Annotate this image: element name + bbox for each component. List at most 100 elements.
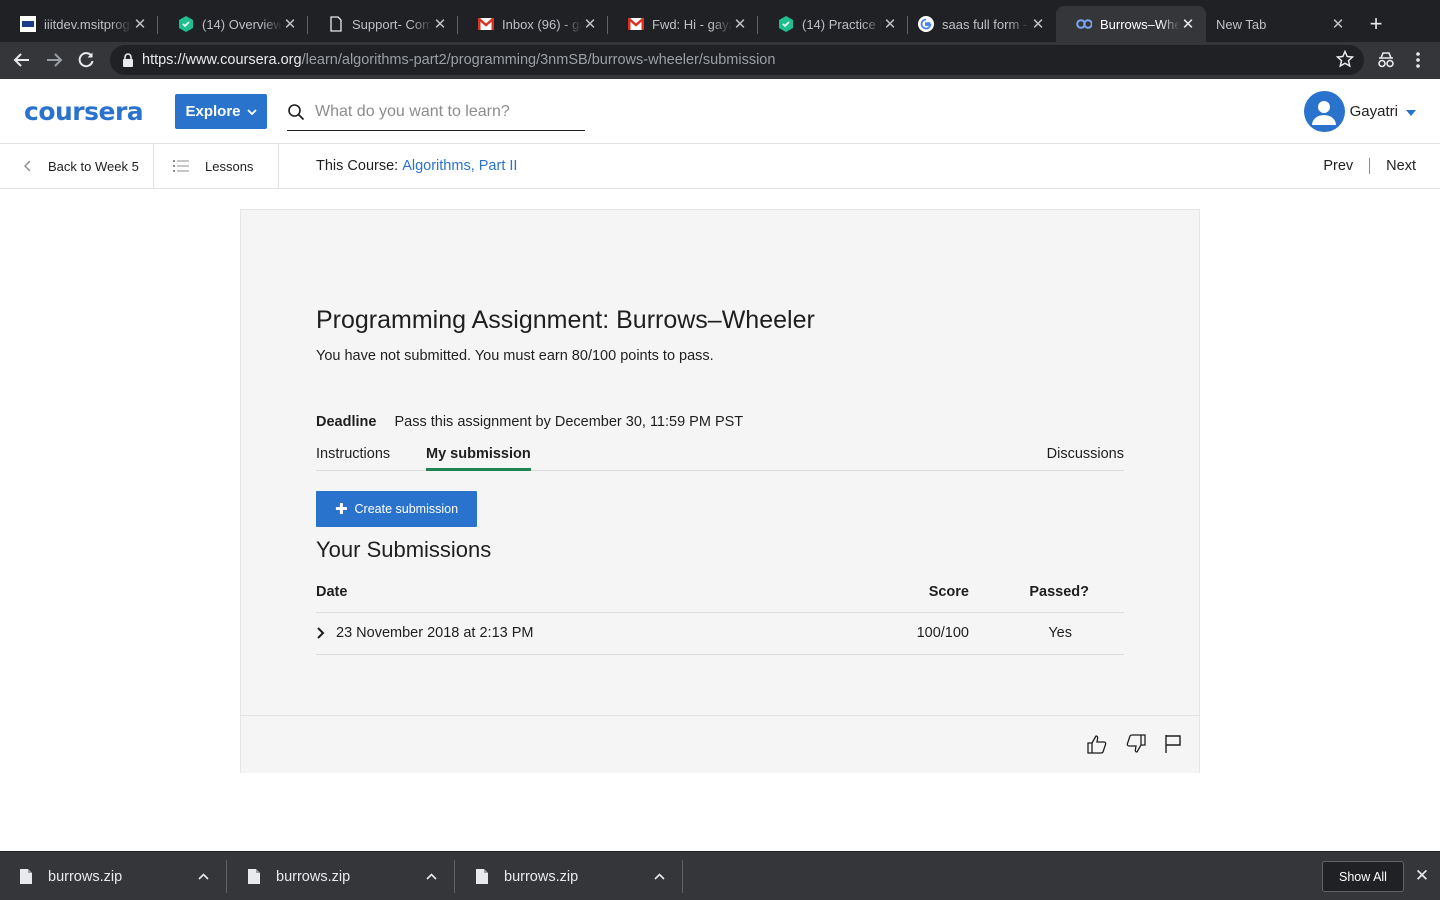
back-arrow-icon[interactable] (10, 48, 34, 72)
back-to-week-link[interactable]: Back to Week 5 (24, 144, 139, 188)
chevron-down-icon (246, 103, 257, 120)
thumbs-up-icon[interactable] (1085, 732, 1109, 756)
caret-down-icon (1406, 103, 1416, 121)
prev-next-nav: Prev Next (1323, 144, 1416, 188)
close-icon[interactable]: ✕ (282, 15, 298, 33)
coursera-logo[interactable]: coursera (24, 97, 144, 126)
plus-icon: ✚ (334, 501, 348, 518)
course-nav: Back to Week 5 Lessons This Course: Algo… (0, 144, 1440, 189)
chevron-up-icon[interactable] (198, 873, 209, 880)
user-menu[interactable]: Gayatri (1303, 91, 1416, 132)
download-shelf: burrows.zip burrows.zip burrows.zip Show… (0, 851, 1440, 900)
file-icon (476, 869, 488, 884)
browser-tab[interactable]: Support- Complaints ✕ (308, 6, 458, 42)
search-input[interactable] (315, 103, 575, 121)
assignment-card: Programming Assignment: Burrows–Wheeler … (240, 209, 1200, 773)
column-header-date: Date (316, 584, 348, 600)
course-prefix: This Course: (316, 158, 399, 174)
column-header-passed: Passed? (1029, 584, 1089, 600)
column-header-score: Score (928, 584, 969, 600)
close-icon[interactable]: ✕ (732, 15, 748, 33)
chevron-left-icon (24, 160, 32, 172)
incognito-extension-icon[interactable] (1374, 48, 1398, 72)
submission-passed: Yes (1048, 625, 1072, 641)
new-tab-button[interactable]: + (1364, 12, 1388, 36)
tab-title: Fwd: Hi - gayatri (652, 16, 732, 32)
course-breadcrumb: This Course: Algorithms, Part II (316, 144, 517, 188)
close-icon[interactable]: ✕ (582, 15, 598, 33)
search-box (287, 94, 585, 131)
download-item[interactable]: burrows.zip (228, 852, 455, 900)
flag-icon[interactable] (1161, 732, 1185, 756)
tab-title: (14) Overview | Practice (202, 16, 282, 32)
submission-status: You have not submitted. You must earn 80… (316, 348, 714, 364)
next-link[interactable]: Next (1386, 158, 1416, 174)
close-icon[interactable]: ✕ (1330, 15, 1346, 33)
download-filename: burrows.zip (276, 868, 351, 885)
download-filename: burrows.zip (504, 868, 579, 885)
create-submission-button[interactable]: ✚ Create submission (316, 491, 477, 527)
avatar[interactable] (1303, 91, 1345, 132)
download-item[interactable]: burrows.zip (456, 852, 683, 900)
browser-tab[interactable]: iiitdev.msitprogram ✕ (0, 6, 158, 42)
close-icon[interactable]: ✕ (1030, 15, 1046, 33)
browser-menu-icon[interactable] (1406, 48, 1430, 72)
tab-title: saas full form - Google (942, 16, 1030, 32)
forward-arrow-icon[interactable] (42, 48, 66, 72)
close-icon[interactable]: ✕ (1412, 866, 1432, 886)
close-icon[interactable]: ✕ (432, 15, 448, 33)
tab-instructions[interactable]: Instructions (316, 446, 390, 468)
browser-tab[interactable]: Fwd: Hi - gayatri ✕ (608, 6, 758, 42)
tab-my-submission[interactable]: My submission (426, 446, 531, 471)
site-header: coursera Explore Gayatri (0, 79, 1440, 144)
submissions-heading: Your Submissions (316, 537, 492, 562)
tab-title: Burrows–Wheeler (1100, 16, 1180, 32)
chevron-right-icon[interactable] (316, 627, 325, 643)
browser-tab-active[interactable]: Burrows–Wheeler ✕ (1056, 6, 1206, 42)
browser-tab[interactable]: (14) Practice Dashboard ✕ (758, 6, 908, 42)
deadline: Deadline Pass this assignment by Decembe… (316, 414, 743, 430)
submission-date: 23 November 2018 at 2:13 PM (336, 625, 534, 641)
chevron-up-icon[interactable] (654, 873, 665, 880)
create-submission-label: Create submission (354, 502, 459, 516)
browser-tab[interactable]: (14) Overview | Practice ✕ (158, 6, 308, 42)
show-all-button[interactable]: Show All (1322, 861, 1404, 892)
close-icon[interactable]: ✕ (1180, 15, 1196, 33)
assignment-tabs: Instructions My submission Discussions (316, 442, 1124, 471)
tab-title: New Tab (1216, 16, 1267, 32)
google-icon (918, 16, 934, 32)
tab-title: Support- Complaints (352, 16, 432, 32)
explore-button[interactable]: Explore (175, 94, 267, 129)
bookmark-star-icon[interactable] (1335, 49, 1355, 73)
deadline-label: Deadline (316, 414, 377, 430)
thumbs-down-icon[interactable] (1124, 732, 1148, 756)
tab-title: Inbox (96) - gayatri (502, 16, 582, 32)
chevron-up-icon[interactable] (426, 873, 437, 880)
lessons-button[interactable]: Lessons (173, 144, 253, 188)
close-icon[interactable]: ✕ (132, 15, 148, 33)
coursera-icon (1076, 16, 1092, 32)
prev-link[interactable]: Prev (1323, 158, 1353, 174)
browser-tab-strip: iiitdev.msitprogram ✕ (14) Overview | Pr… (0, 0, 1440, 42)
browser-tab[interactable]: Inbox (96) - gayatri ✕ (458, 6, 608, 42)
tab-discussions[interactable]: Discussions (1047, 446, 1124, 468)
browser-tab[interactable]: saas full form - Google ✕ (898, 6, 1056, 42)
reload-icon[interactable] (74, 48, 98, 72)
url-path: /learn/algorithms-part2/programming/3nmS… (301, 52, 776, 68)
file-icon (248, 869, 260, 884)
tab-title: (14) Practice Dashboard (802, 16, 882, 32)
lock-icon (122, 53, 136, 67)
browser-tab[interactable]: New Tab ✕ (1206, 6, 1356, 42)
document-icon (328, 16, 344, 32)
practice-icon (778, 16, 794, 32)
page-title: Programming Assignment: Burrows–Wheeler (316, 306, 815, 334)
table-row[interactable]: 23 November 2018 at 2:13 PM 100/100 Yes (316, 613, 1124, 655)
course-link[interactable]: Algorithms, Part II (402, 158, 517, 174)
url-field[interactable]: https://www.coursera.org/learn/algorithm… (110, 45, 1364, 75)
explore-label: Explore (185, 103, 241, 120)
close-icon[interactable]: ✕ (882, 15, 898, 33)
tab-title: iiitdev.msitprogram (44, 16, 132, 32)
address-bar: https://www.coursera.org/learn/algorithm… (0, 42, 1440, 79)
download-item[interactable]: burrows.zip (0, 852, 227, 900)
back-to-week-label: Back to Week 5 (48, 158, 139, 174)
